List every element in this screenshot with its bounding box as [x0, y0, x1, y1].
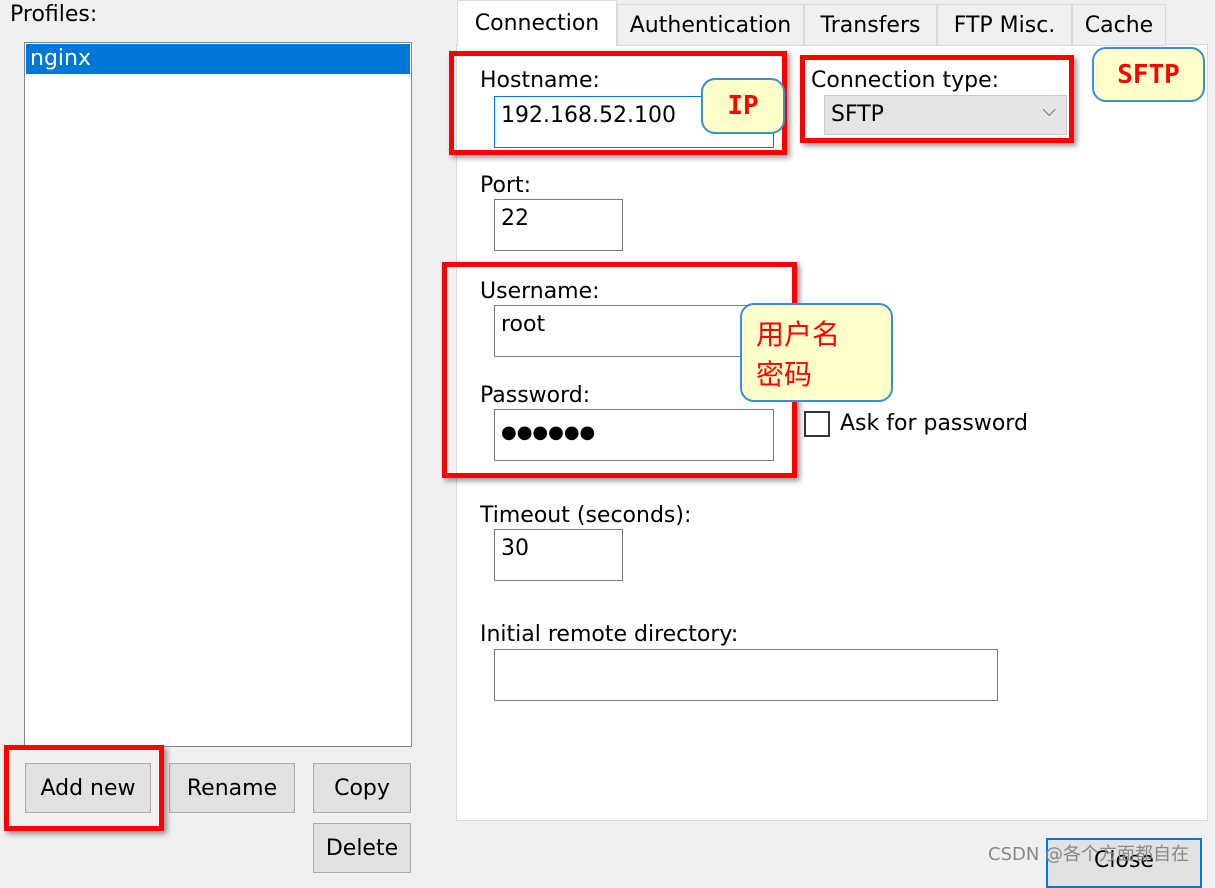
timeout-input[interactable]: 30 [494, 529, 623, 581]
delete-button[interactable]: Delete [313, 823, 411, 873]
tab-cache[interactable]: Cache [1072, 4, 1166, 46]
sftp-annotation: SFTP [1092, 47, 1205, 102]
connection-type-highlight [800, 55, 1074, 143]
add-new-highlight [4, 745, 164, 831]
tab-authentication[interactable]: Authentication [617, 4, 804, 46]
ask-password-checkbox[interactable] [804, 411, 830, 437]
profiles-label: Profiles: [10, 2, 98, 27]
remote-dir-label: Initial remote directory: [480, 622, 739, 647]
tab-transfers[interactable]: Transfers [804, 4, 937, 46]
port-input[interactable]: 22 [494, 199, 623, 251]
user-pass-annotation: 用户名 密码 [740, 303, 893, 402]
ip-annotation: IP [701, 78, 785, 134]
watermark: CSDN @各个方面都自在 [988, 844, 1190, 865]
profiles-list[interactable]: nginx [24, 42, 412, 747]
remote-dir-input[interactable] [494, 649, 998, 701]
profile-item-nginx[interactable]: nginx [26, 44, 410, 74]
copy-button[interactable]: Copy [313, 763, 411, 813]
tab-connection[interactable]: Connection [457, 0, 617, 46]
ask-password-label[interactable]: Ask for password [840, 411, 1028, 436]
rename-button[interactable]: Rename [169, 763, 295, 813]
port-label: Port: [480, 173, 532, 198]
tab-ftp-misc[interactable]: FTP Misc. [937, 4, 1072, 46]
timeout-label: Timeout (seconds): [480, 503, 692, 528]
